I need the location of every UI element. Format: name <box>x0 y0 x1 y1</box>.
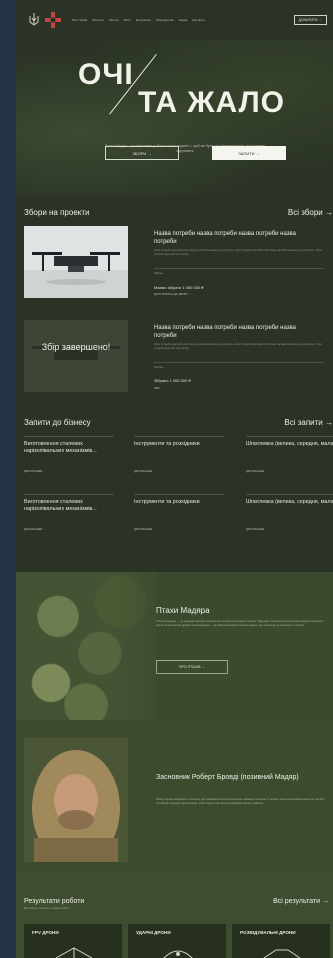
project-goal-sum: Маємо зібрати 1 000 000 ₴ <box>154 285 204 290</box>
donate-button[interactable]: ДОНАТИТИ → <box>293 15 327 25</box>
request-divider <box>24 494 114 495</box>
hero-title-line1: ОЧІ <box>78 58 134 91</box>
request-card[interactable]: Інструменти та розхідники ДЕТАЛЬНІШЕ → <box>134 436 224 473</box>
nav-item-results[interactable]: Результати <box>136 18 151 22</box>
request-title: Шпатлевка (велика, середня, мала) <box>246 499 333 505</box>
project-image-drone[interactable] <box>24 226 128 298</box>
projects-all-link[interactable]: Всі збори → <box>288 208 333 217</box>
project-image-completed[interactable]: Збір завершено! <box>24 320 128 392</box>
birds-text: «Птахи Мадяра» — це ударний підрозділ бе… <box>156 620 324 627</box>
result-card-recon[interactable]: РОЗВІДУВАЛЬНІ ДРОНИ <box>232 924 330 958</box>
request-details-link[interactable]: ДЕТАЛЬНІШЕ → <box>246 527 333 531</box>
nav-item-reports[interactable]: Звіти <box>124 18 131 22</box>
request-divider <box>134 494 224 495</box>
request-title: Інструменти та розхідники <box>134 441 200 447</box>
nav-item-contacts[interactable]: Контакти <box>192 18 204 22</box>
project-divider <box>154 268 324 269</box>
requests-header: Запити до бізнесу Всі запити → <box>24 418 333 427</box>
request-title: Виготовлення сталевих нарізопівальних ме… <box>24 499 97 512</box>
birds-title: Птахи Мадяра <box>156 606 210 615</box>
arrow-right-icon: → <box>152 527 156 531</box>
request-card[interactable]: Інструменти та розхідники ДЕТАЛЬНІШЕ → <box>134 494 224 531</box>
site-header: Про Птахів Проекти Запити Звіти Результа… <box>16 0 333 40</box>
request-divider <box>24 436 114 437</box>
request-details-link[interactable]: ДЕТАЛЬНІШЕ → <box>134 527 224 531</box>
arrow-right-icon: → <box>264 527 268 531</box>
project-description: Опис потреби короткий опис збору на який… <box>154 249 322 256</box>
request-title: Виготовлення сталевих нарізопівальних ме… <box>24 441 97 454</box>
result-card-title: РОЗВІДУВАЛЬНІ ДРОНИ <box>240 930 296 935</box>
request-details-link[interactable]: ДЕТАЛЬНІШЕ → <box>24 469 114 473</box>
project-divider <box>154 362 324 363</box>
result-card-strike[interactable]: УДАРНІ ДРОНИ <box>128 924 226 958</box>
arrow-right-icon: → <box>264 469 268 473</box>
request-details-link[interactable]: ДЕТАЛЬНІШЕ → <box>246 469 333 473</box>
project-collected-label: Зібрано <box>154 366 164 369</box>
request-divider <box>246 494 333 495</box>
red-cross-logo-icon[interactable] <box>44 11 62 29</box>
arrow-right-icon: → <box>42 469 46 473</box>
arrow-right-icon: → <box>42 527 46 531</box>
hero-section: ОЧІ ТА ЖАЛО Птахи Мадяра - це ефективна … <box>16 40 333 195</box>
project-title[interactable]: Назва потреби назва потреби назва потреб… <box>154 324 314 340</box>
nav-item-about[interactable]: Про Птахів <box>72 18 87 22</box>
request-card[interactable]: Виготовлення сталевих нарізопівальних ме… <box>24 436 114 473</box>
nav-item-media[interactable]: Медіа <box>179 18 187 22</box>
project-title[interactable]: Назва потреби назва потреби назва потреб… <box>154 230 314 246</box>
nav-item-requests[interactable]: Запити <box>109 18 119 22</box>
request-details-link[interactable]: ДЕТАЛЬНІШЕ → <box>134 469 224 473</box>
results-subtitle: Моніторинг станом на червень 2024 р. <box>24 907 71 910</box>
request-details-link[interactable]: ДЕТАЛЬНІШЕ → <box>24 527 114 531</box>
request-card[interactable]: Виготовлення сталевих нарізопівальних ме… <box>24 494 114 531</box>
request-divider <box>134 436 224 437</box>
about-birds-button[interactable]: ПРО ПТАХІВ → <box>156 660 228 674</box>
results-all-link[interactable]: Всі результати → <box>273 898 329 905</box>
request-title: Інструменти та розхідники <box>134 499 200 505</box>
results-heading: Результати роботи <box>24 898 85 905</box>
main-nav: Про Птахів Проекти Запити Звіти Результа… <box>72 18 294 22</box>
image-fade <box>116 572 176 720</box>
request-divider <box>246 436 333 437</box>
result-card-fpv[interactable]: FPV ДРОНИ <box>24 924 122 958</box>
arrow-right-icon: → <box>152 469 156 473</box>
nav-item-projects[interactable]: Проекти <box>92 18 104 22</box>
request-card[interactable]: Шпатлевка (велика, середня, мала) ДЕТАЛЬ… <box>246 436 333 473</box>
founder-title: Засновник Роберт Бровді (позивний Мадяр) <box>156 774 299 781</box>
requests-all-link[interactable]: Всі запити → <box>284 418 333 427</box>
projects-heading: Збори на проекти <box>24 208 90 217</box>
drone-silhouette <box>24 320 128 392</box>
hero-requests-button[interactable]: ЗАПИТИ → <box>212 146 286 160</box>
hero-title-line2: ТА ЖАЛО <box>138 86 285 119</box>
requests-heading: Запити до бізнесу <box>24 418 91 427</box>
request-card[interactable]: Шпатлевка (велика, середня, мала) ДЕТАЛЬ… <box>246 494 333 531</box>
project-report-link[interactable]: ЗВІТ → <box>154 386 164 390</box>
results-section: Результати роботи Моніторинг станом на ч… <box>16 870 333 958</box>
project-collected-label: Зібрано <box>154 272 164 275</box>
result-card-title: УДАРНІ ДРОНИ <box>136 930 171 935</box>
project-description: Опис потреби короткий опис збору на який… <box>154 343 322 350</box>
founder-section: Засновник Роберт Бровді (позивний Мадяр)… <box>16 720 333 870</box>
page-frame: Про Птахів Проекти Запити Звіти Результа… <box>16 0 333 958</box>
recon-drone-icon <box>263 949 301 958</box>
request-title: Шпатлевка (велика, середня, мала) <box>246 441 333 447</box>
fpv-drone-icon <box>55 947 93 958</box>
strike-drone-icon <box>163 950 193 958</box>
project-join-link[interactable]: ДОЛУЧИТИСЬ ДО ЗБОРУ → <box>154 292 192 296</box>
trident-emblem-icon[interactable] <box>28 12 40 28</box>
hero-projects-button[interactable]: ЗБОРИ → <box>105 146 179 160</box>
founder-photo <box>24 738 128 862</box>
about-birds-section: Птахи Мадяра «Птахи Мадяра» — це ударний… <box>16 572 333 720</box>
result-card-title: FPV ДРОНИ <box>32 930 59 935</box>
project-completed-overlay: Збір завершено! <box>41 342 111 352</box>
founder-text: Роберт Бровді народився в Ужгороді. До п… <box>156 798 325 805</box>
projects-header: Збори на проекти Всі збори → <box>24 208 333 217</box>
nav-item-partnership[interactable]: Партнерство <box>156 18 174 22</box>
project-collected-sum: Зібрано 1 000 000 ₴ <box>154 378 191 383</box>
